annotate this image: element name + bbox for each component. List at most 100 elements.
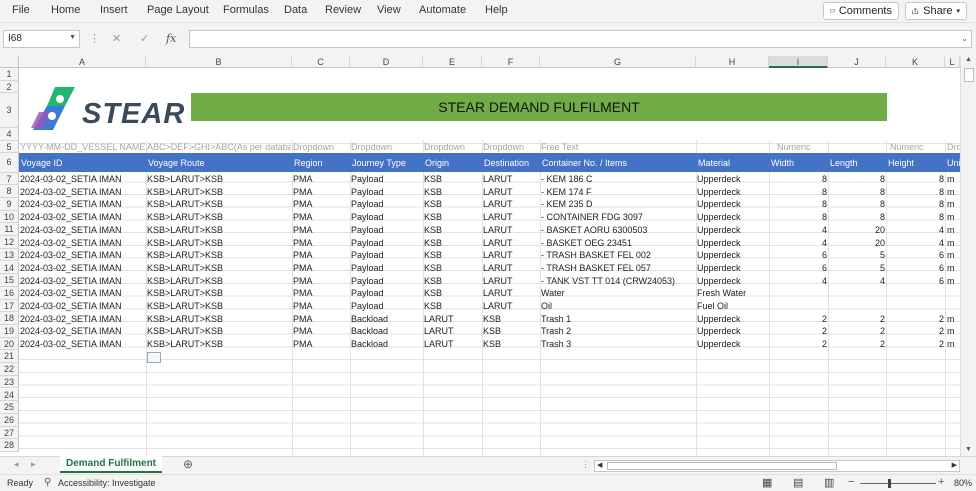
table-cell[interactable]: 8 xyxy=(770,186,827,198)
hint-cell[interactable]: Dropdown xyxy=(483,141,539,153)
table-cell[interactable]: - CONTAINER FDG 3097 xyxy=(541,211,695,223)
row-header[interactable]: 11 xyxy=(0,223,19,237)
table-cell[interactable]: Fuel Oil xyxy=(697,300,768,312)
table-cell[interactable]: 8 xyxy=(770,173,827,185)
table-cell[interactable]: PMA xyxy=(293,211,349,223)
table-cell[interactable]: KSB>LARUT>KSB xyxy=(147,173,291,185)
scroll-right-icon[interactable]: ▶ xyxy=(952,461,957,469)
sheet-tab-demand-fulfilment[interactable]: Demand Fulfilment xyxy=(60,456,163,473)
table-cell[interactable]: 6 xyxy=(770,249,827,261)
vertical-scroll-thumb[interactable] xyxy=(964,68,974,82)
row-header[interactable]: 25 xyxy=(0,401,19,414)
table-cell[interactable]: PMA xyxy=(293,237,349,249)
table-cell[interactable]: m xyxy=(947,325,960,337)
table-cell[interactable]: PMA xyxy=(293,186,349,198)
table-cell[interactable]: - BASKET AORU 6300503 xyxy=(541,224,695,236)
zoom-out-icon[interactable]: − xyxy=(848,476,854,488)
table-cell[interactable]: Payload xyxy=(351,287,422,299)
table-cell[interactable]: m xyxy=(947,224,960,236)
table-cell[interactable]: PMA xyxy=(293,287,349,299)
row-header[interactable]: 24 xyxy=(0,388,19,402)
row-header[interactable]: 7 xyxy=(0,172,19,186)
table-cell[interactable]: m xyxy=(947,262,960,274)
row-header[interactable]: 3 xyxy=(0,93,19,128)
table-cell[interactable]: 5 xyxy=(829,249,885,261)
header-journey-type[interactable]: Journey Type xyxy=(352,157,406,169)
header-height[interactable]: Height xyxy=(888,157,914,169)
table-cell[interactable]: Upperdeck xyxy=(697,224,768,236)
menu-formulas[interactable]: Formulas xyxy=(223,4,269,16)
table-cell[interactable]: Upperdeck xyxy=(697,249,768,261)
row-header[interactable]: 23 xyxy=(0,375,19,389)
table-cell[interactable]: - TRASH BASKET FEL 057 xyxy=(541,262,695,274)
table-cell[interactable]: 2024-03-02_SETIA IMAN xyxy=(20,224,145,236)
hint-cell[interactable]: Dropdown xyxy=(351,141,422,153)
more-icon[interactable]: ⋮ xyxy=(89,32,100,45)
table-cell[interactable]: Oil xyxy=(541,300,695,312)
header-region[interactable]: Region xyxy=(294,157,323,169)
header-container[interactable]: Container No. / Items xyxy=(542,157,627,169)
cancel-icon[interactable]: ✕ xyxy=(112,32,121,45)
table-cell[interactable]: 8 xyxy=(887,186,944,198)
row-header[interactable]: 9 xyxy=(0,198,19,211)
table-cell[interactable]: KSB>LARUT>KSB xyxy=(147,325,291,337)
table-cell[interactable]: 8 xyxy=(887,173,944,185)
table-cell[interactable]: m xyxy=(947,198,960,210)
menu-automate[interactable]: Automate xyxy=(419,4,466,16)
table-cell[interactable]: 2024-03-02_SETIA IMAN xyxy=(20,198,145,210)
table-cell[interactable]: LARUT xyxy=(483,173,539,185)
table-cell[interactable]: Upperdeck xyxy=(697,237,768,249)
table-cell[interactable]: KSB xyxy=(424,224,481,236)
table-cell[interactable]: LARUT xyxy=(483,186,539,198)
table-cell[interactable]: LARUT xyxy=(483,198,539,210)
table-cell[interactable]: 2 xyxy=(887,338,944,350)
menu-data[interactable]: Data xyxy=(284,4,307,16)
table-cell[interactable]: PMA xyxy=(293,325,349,337)
table-cell[interactable]: Payload xyxy=(351,249,422,261)
column-header-d[interactable]: D xyxy=(350,56,423,68)
table-cell[interactable]: Upperdeck xyxy=(697,198,768,210)
row-header[interactable]: 22 xyxy=(0,363,19,376)
table-cell[interactable]: Fresh Water xyxy=(697,287,768,299)
table-cell[interactable]: - TANK VST TT 014 (CRW24053) xyxy=(541,275,695,287)
row-header[interactable]: 8 xyxy=(0,185,19,198)
table-cell[interactable]: 2 xyxy=(829,313,885,325)
page-layout-view-icon[interactable]: ▤ xyxy=(793,476,803,489)
scroll-left-icon[interactable]: ◀ xyxy=(597,461,602,469)
table-cell[interactable]: KSB xyxy=(483,325,539,337)
insert-function-icon[interactable]: fx xyxy=(166,32,176,45)
table-cell[interactable]: 8 xyxy=(887,198,944,210)
table-cell[interactable]: 2 xyxy=(829,325,885,337)
chevron-down-icon[interactable]: ▼ xyxy=(69,34,76,41)
table-cell[interactable]: m xyxy=(947,186,960,198)
table-cell[interactable]: Payload xyxy=(351,275,422,287)
column-header-g[interactable]: G xyxy=(540,56,696,68)
row-header[interactable]: 15 xyxy=(0,274,19,287)
quick-analysis-icon[interactable] xyxy=(147,352,161,363)
table-cell[interactable]: LARUT xyxy=(483,237,539,249)
hint-cell[interactable]: Dro xyxy=(947,141,960,153)
table-cell[interactable]: LARUT xyxy=(483,262,539,274)
table-cell[interactable]: 2024-03-02_SETIA IMAN xyxy=(20,186,145,198)
table-cell[interactable]: LARUT xyxy=(483,211,539,223)
table-cell[interactable]: - KEM 186 C xyxy=(541,173,695,185)
table-cell[interactable]: KSB>LARUT>KSB xyxy=(147,313,291,325)
row-header[interactable]: 12 xyxy=(0,236,19,249)
table-cell[interactable]: LARUT xyxy=(424,313,481,325)
table-cell[interactable]: KSB>LARUT>KSB xyxy=(147,211,291,223)
column-header-f[interactable]: F xyxy=(482,56,540,68)
zoom-slider-thumb[interactable] xyxy=(888,479,891,488)
table-cell[interactable]: 4 xyxy=(770,224,827,236)
table-cell[interactable]: Payload xyxy=(351,211,422,223)
table-cell[interactable]: PMA xyxy=(293,249,349,261)
hint-cell[interactable]: Free Text xyxy=(541,141,695,153)
add-sheet-icon[interactable]: ⊕ xyxy=(183,457,193,471)
comments-button[interactable]: Comments xyxy=(823,2,899,20)
column-header-h[interactable]: H xyxy=(696,56,769,68)
header-voyage-id[interactable]: Voyage ID xyxy=(21,157,63,169)
table-cell[interactable]: KSB xyxy=(424,186,481,198)
table-cell[interactable]: Payload xyxy=(351,262,422,274)
formula-input[interactable]: ⌄ xyxy=(189,30,972,48)
menu-help[interactable]: Help xyxy=(485,4,508,16)
table-cell[interactable]: 2024-03-02_SETIA IMAN xyxy=(20,262,145,274)
